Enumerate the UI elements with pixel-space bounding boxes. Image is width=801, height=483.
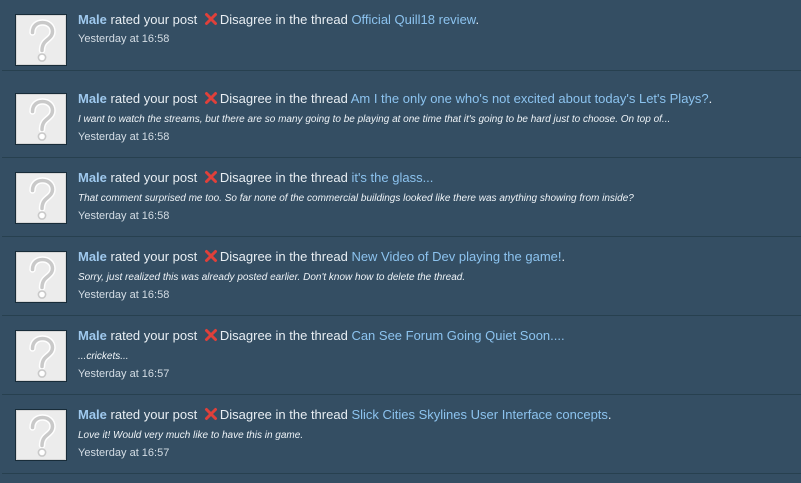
- default-avatar-icon: [29, 335, 56, 378]
- action-text: rated your post: [110, 407, 198, 422]
- alert-item: Male rated your post Disagree in the thr…: [2, 158, 801, 237]
- disagree-icon: [204, 12, 218, 26]
- action-text: rated your post: [110, 12, 198, 27]
- username-link[interactable]: Male: [78, 91, 107, 106]
- disagree-icon: [204, 170, 218, 184]
- alert-headline: Male rated your post Disagree in the thr…: [78, 11, 793, 29]
- timestamp: Yesterday at 16:58: [78, 289, 170, 301]
- post-snippet: That comment surprised me too. So far no…: [78, 193, 634, 204]
- trailing-punctuation: .: [475, 12, 480, 27]
- post-snippet: I want to watch the streams, but there a…: [78, 114, 671, 125]
- post-snippet: Sorry, just realized this was already po…: [78, 272, 466, 283]
- thread-link[interactable]: Can See Forum Going Quiet Soon....: [351, 328, 564, 343]
- trailing-punctuation: .: [607, 407, 612, 422]
- rating-label: Disagree: [219, 170, 272, 185]
- disagree-icon: [204, 328, 218, 342]
- action-text: rated your post: [110, 91, 198, 106]
- thread-link[interactable]: New Video of Dev playing the game!: [351, 249, 561, 264]
- action-text: rated your post: [110, 328, 198, 343]
- avatar[interactable]: [15, 251, 67, 303]
- username-link[interactable]: Male: [78, 328, 107, 343]
- alert-headline: Male rated your post Disagree in the thr…: [78, 327, 793, 345]
- thread-link[interactable]: Am I the only one who's not excited abou…: [351, 91, 709, 106]
- timestamp: Yesterday at 16:57: [78, 368, 170, 380]
- default-avatar-icon: [29, 256, 56, 299]
- alert-body: Male rated your post Disagree in the thr…: [78, 169, 793, 224]
- in-thread-text: in the thread: [275, 328, 348, 343]
- action-text: rated your post: [110, 249, 198, 264]
- username-link[interactable]: Male: [78, 12, 107, 27]
- avatar[interactable]: [15, 409, 67, 461]
- alert-body: Male rated your post Disagree in the thr…: [78, 248, 793, 303]
- alert-headline: Male rated your post Disagree in the thr…: [78, 248, 793, 266]
- in-thread-text: in the thread: [275, 249, 348, 264]
- alert-item: Male rated your post Disagree in the thr…: [2, 395, 801, 474]
- in-thread-text: in the thread: [275, 12, 348, 27]
- alert-body: Male rated your post Disagree in the thr…: [78, 327, 793, 382]
- thread-link[interactable]: Official Quill18 review: [351, 12, 475, 27]
- alert-headline: Male rated your post Disagree in the thr…: [78, 406, 793, 424]
- username-link[interactable]: Male: [78, 407, 107, 422]
- alert-item: Male rated your post Disagree in the thr…: [2, 316, 801, 395]
- thread-link[interactable]: Slick Cities Skylines User Interface con…: [351, 407, 607, 422]
- action-text: rated your post: [110, 170, 198, 185]
- avatar[interactable]: [15, 93, 67, 145]
- in-thread-text: in the thread: [275, 407, 348, 422]
- default-avatar-icon: [29, 177, 56, 220]
- in-thread-text: in the thread: [275, 91, 348, 106]
- alert-body: Male rated your post Disagree in the thr…: [78, 406, 793, 461]
- avatar[interactable]: [15, 330, 67, 382]
- alerts-list: Male rated your post Disagree in the thr…: [0, 0, 801, 483]
- username-link[interactable]: Male: [78, 170, 107, 185]
- rating-label: Disagree: [219, 91, 272, 106]
- avatar[interactable]: [15, 14, 67, 66]
- alert-headline: Male rated your post Disagree in the thr…: [78, 90, 793, 108]
- disagree-icon: [204, 249, 218, 263]
- alert-item: Male rated your post Disagree in the thr…: [2, 0, 801, 71]
- post-snippet: Love it! Would very much like to have th…: [78, 430, 304, 441]
- alert-item: Male rated your post Disagree in the thr…: [2, 79, 801, 158]
- timestamp: Yesterday at 16:57: [78, 447, 170, 459]
- avatar[interactable]: [15, 172, 67, 224]
- alert-headline: Male rated your post Disagree in the thr…: [78, 169, 793, 187]
- thread-link[interactable]: it's the glass...: [351, 170, 433, 185]
- disagree-icon: [204, 91, 218, 105]
- rating-label: Disagree: [219, 328, 272, 343]
- default-avatar-icon: [29, 98, 56, 141]
- alert-body: Male rated your post Disagree in the thr…: [78, 90, 793, 145]
- default-avatar-icon: [29, 19, 56, 62]
- trailing-punctuation: .: [708, 91, 713, 106]
- alert-body: Male rated your post Disagree in the thr…: [78, 11, 793, 47]
- rating-label: Disagree: [219, 12, 272, 27]
- timestamp: Yesterday at 16:58: [78, 210, 170, 222]
- default-avatar-icon: [29, 414, 56, 457]
- in-thread-text: in the thread: [275, 170, 348, 185]
- trailing-punctuation: .: [561, 249, 566, 264]
- rating-label: Disagree: [219, 407, 272, 422]
- disagree-icon: [204, 407, 218, 421]
- timestamp: Yesterday at 16:58: [78, 33, 170, 45]
- post-snippet: ...crickets...: [78, 351, 129, 362]
- alert-item: Male rated your post Disagree in the thr…: [2, 237, 801, 316]
- username-link[interactable]: Male: [78, 249, 107, 264]
- rating-label: Disagree: [219, 249, 272, 264]
- timestamp: Yesterday at 16:58: [78, 131, 170, 143]
